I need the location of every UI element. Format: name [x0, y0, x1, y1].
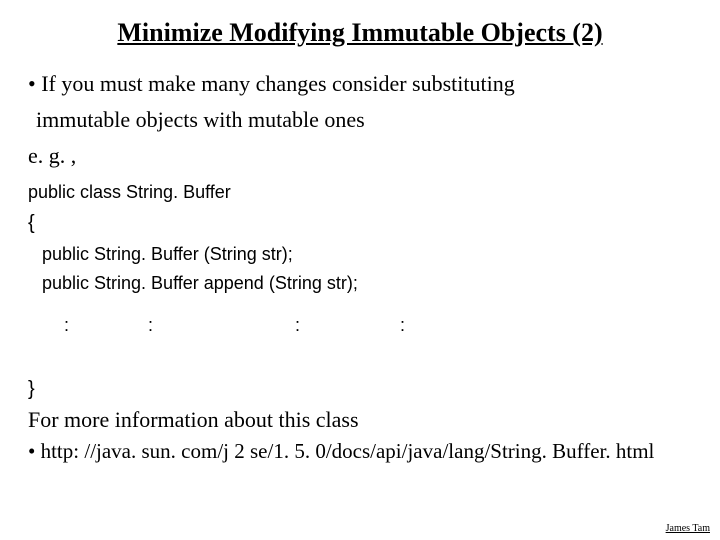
code-append: public String. Buffer append (String str…: [28, 270, 692, 297]
slide: Minimize Modifying Immutable Objects (2)…: [0, 0, 720, 540]
spacer: [28, 354, 692, 372]
code-ellipsis: : : : :: [28, 315, 692, 336]
code-class-decl: public class String. Buffer: [28, 179, 692, 206]
code-open-brace: {: [28, 212, 692, 235]
author-name: James Tam: [666, 523, 710, 534]
bullet-line-1: • If you must make many changes consider…: [28, 70, 692, 98]
reference-link: • http: //java. sun. com/j 2 se/1. 5. 0/…: [28, 439, 692, 464]
bullet-line-2: immutable objects with mutable ones: [36, 106, 692, 134]
example-label: e. g. ,: [28, 143, 692, 169]
slide-title: Minimize Modifying Immutable Objects (2): [28, 18, 692, 48]
code-close-brace: }: [28, 378, 692, 401]
more-info-text: For more information about this class: [28, 407, 692, 433]
code-constructor: public String. Buffer (String str);: [28, 241, 692, 268]
